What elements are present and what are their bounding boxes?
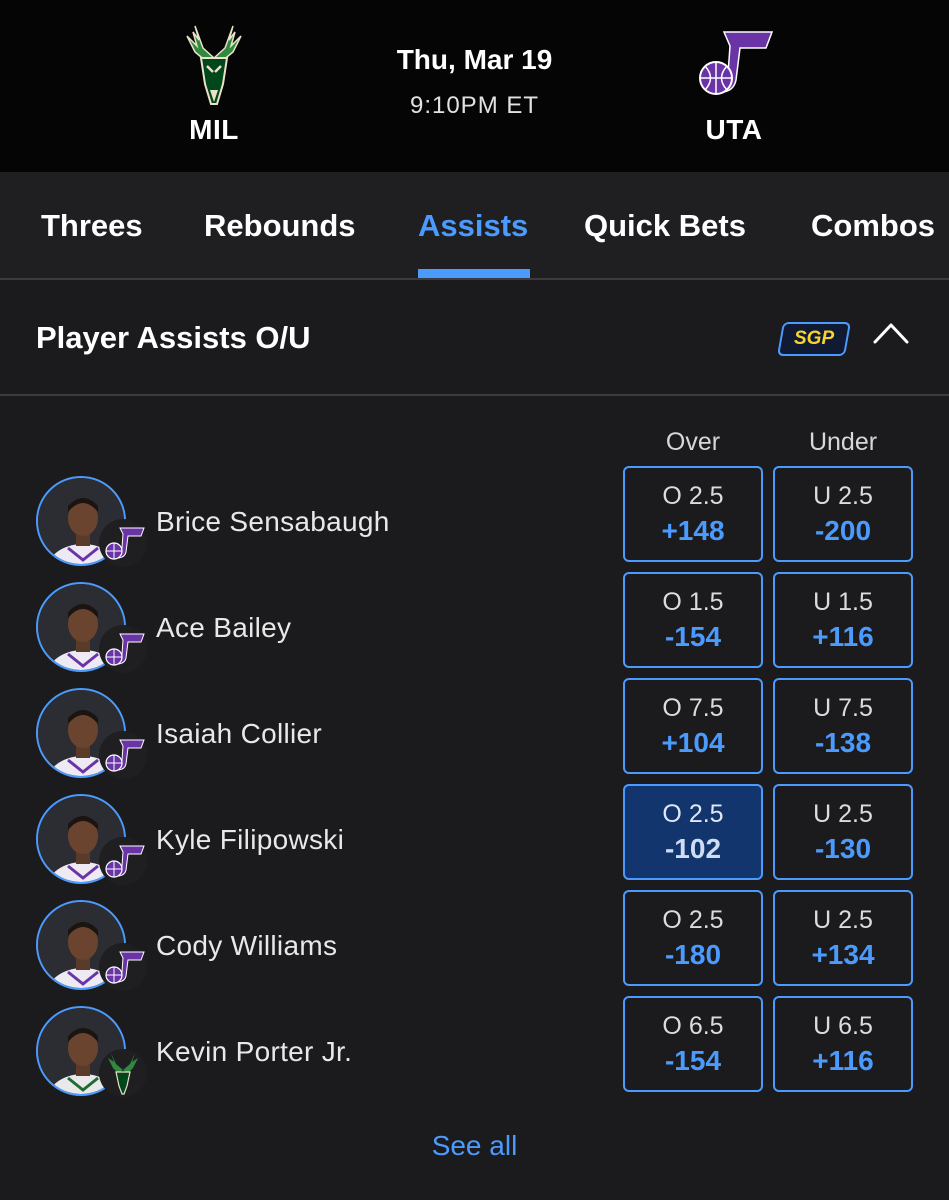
over-odds-button[interactable]: O 2.5 -102: [623, 784, 763, 880]
bucks-logo-icon: [134, 18, 294, 110]
jazz-logo-icon: [96, 622, 150, 676]
away-team[interactable]: UTA: [654, 18, 814, 146]
tab-threes[interactable]: Threes: [41, 208, 143, 244]
tab-assists[interactable]: Assists: [418, 208, 528, 244]
over-line: O 2.5: [662, 482, 724, 510]
jazz-logo-icon: [654, 18, 814, 110]
market-tabs: Threes Rebounds Assists Quick Bets Combo…: [0, 172, 949, 280]
under-price: -130: [814, 833, 872, 864]
player-name: Cody Williams: [156, 930, 338, 961]
under-line: U 1.5: [813, 588, 873, 616]
tab-quick-bets[interactable]: Quick Bets: [584, 208, 746, 244]
jazz-logo-icon: [96, 940, 150, 994]
over-odds-button[interactable]: O 2.5 +148: [623, 466, 763, 562]
under-odds-button[interactable]: U 2.5 -200: [773, 466, 913, 562]
jazz-logo-icon: [96, 728, 150, 782]
under-odds-button[interactable]: U 6.5 +116: [773, 996, 913, 1092]
over-line: O 1.5: [662, 588, 724, 616]
over-price: -154: [664, 1045, 722, 1076]
jazz-logo-icon: [96, 834, 150, 888]
under-line: U 2.5: [813, 800, 873, 828]
under-price: +134: [811, 939, 875, 970]
under-column-header: Under: [808, 428, 878, 456]
sgp-badge: SGP: [777, 322, 851, 356]
player-name: Isaiah Collier: [156, 718, 323, 749]
under-odds-button[interactable]: U 2.5 -130: [773, 784, 913, 880]
away-team-abbr: UTA: [705, 114, 763, 145]
over-odds-button[interactable]: O 7.5 +104: [623, 678, 763, 774]
player-row: Kyle Filipowski O 2.5 -102 U 2.5 -130: [0, 784, 949, 890]
game-header: MIL Thu, Mar 19 9:10PM ET UTA: [0, 0, 949, 172]
player-row: Isaiah Collier O 7.5 +104 U 7.5 -138: [0, 678, 949, 784]
over-price: -180: [664, 939, 722, 970]
player-name: Ace Bailey: [156, 612, 292, 643]
over-price: +104: [661, 727, 725, 758]
chevron-up-icon[interactable]: [872, 320, 910, 346]
market-header[interactable]: Player Assists O/U SGP: [0, 282, 949, 396]
under-line: U 7.5: [813, 694, 873, 722]
game-time: 9:10PM ET: [409, 92, 540, 119]
player-row: Kevin Porter Jr. O 6.5 -154 U 6.5 +116: [0, 996, 949, 1102]
player-row: Cody Williams O 2.5 -180 U 2.5 +134: [0, 890, 949, 996]
player-name: Kevin Porter Jr.: [156, 1036, 353, 1067]
under-line: U 6.5: [813, 1012, 873, 1040]
over-price: +148: [661, 515, 725, 546]
player-row: Brice Sensabaugh O 2.5 +148 U 2.5 -200: [0, 466, 949, 572]
over-line: O 7.5: [662, 694, 724, 722]
jazz-logo-icon: [96, 516, 150, 570]
player-name: Brice Sensabaugh: [156, 506, 390, 537]
game-date: Thu, Mar 19: [396, 44, 553, 75]
under-odds-button[interactable]: U 7.5 -138: [773, 678, 913, 774]
home-team-abbr: MIL: [189, 114, 239, 145]
over-line: O 2.5: [662, 906, 724, 934]
over-odds-button[interactable]: O 2.5 -180: [623, 890, 763, 986]
over-price: -102: [664, 833, 722, 864]
active-tab-indicator: [418, 269, 530, 278]
player-row: Ace Bailey O 1.5 -154 U 1.5 +116: [0, 572, 949, 678]
over-line: O 2.5: [662, 800, 724, 828]
sgp-badge-label: SGP: [793, 328, 835, 349]
under-price: -138: [814, 727, 872, 758]
home-team[interactable]: MIL: [134, 18, 294, 146]
under-line: U 2.5: [813, 482, 873, 510]
see-all-link[interactable]: See all: [0, 1130, 949, 1162]
over-column-header: Over: [665, 428, 721, 456]
under-odds-button[interactable]: U 1.5 +116: [773, 572, 913, 668]
over-odds-button[interactable]: O 1.5 -154: [623, 572, 763, 668]
player-name: Kyle Filipowski: [156, 824, 345, 855]
market-title: Player Assists O/U: [36, 320, 311, 355]
tab-combos[interactable]: Combos: [811, 208, 935, 244]
under-price: +116: [812, 621, 874, 652]
over-line: O 6.5: [662, 1012, 724, 1040]
under-price: +116: [812, 1045, 874, 1076]
over-price: -154: [664, 621, 722, 652]
bucks-logo-icon: [96, 1046, 150, 1100]
under-odds-button[interactable]: U 2.5 +134: [773, 890, 913, 986]
under-price: -200: [814, 515, 872, 546]
over-odds-button[interactable]: O 6.5 -154: [623, 996, 763, 1092]
tab-rebounds[interactable]: Rebounds: [204, 208, 356, 244]
under-line: U 2.5: [813, 906, 873, 934]
